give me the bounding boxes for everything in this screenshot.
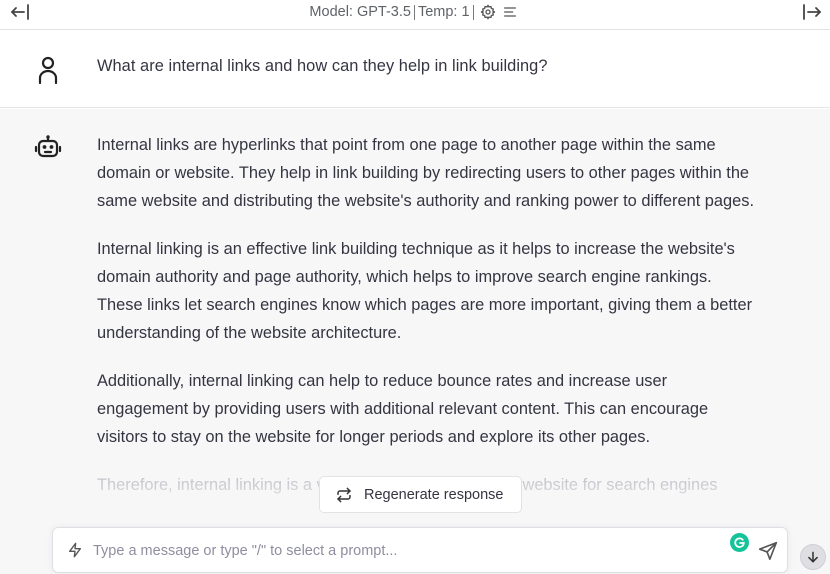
assistant-message-text: Internal links are hyperlinks that point…	[97, 131, 757, 519]
regenerate-label: Regenerate response	[364, 486, 504, 503]
paragraph: Internal linking is an effective link bu…	[97, 240, 753, 342]
user-message: What are internal links and how can they…	[0, 31, 830, 108]
regenerate-response-button[interactable]: Regenerate response	[319, 476, 522, 513]
bolt-icon[interactable]	[67, 542, 83, 558]
collapse-sidebar-right-icon[interactable]	[800, 1, 824, 25]
send-icon[interactable]	[757, 540, 779, 562]
model-label: Model: GPT-3.5	[309, 4, 411, 20]
message-composer	[52, 527, 788, 573]
paragraph: Internal links are hyperlinks that point…	[97, 136, 755, 210]
user-icon	[34, 55, 62, 85]
top-bar: Model: GPT-3.5 Temp: 1	[0, 0, 830, 30]
gear-icon[interactable]	[477, 1, 499, 23]
message-input[interactable]	[93, 540, 713, 562]
arrow-down-icon[interactable]	[800, 544, 826, 570]
menu-icon[interactable]	[499, 1, 521, 23]
temp-label: Temp: 1	[417, 4, 470, 20]
grammarly-icon[interactable]	[730, 533, 749, 552]
divider	[413, 4, 415, 20]
refresh-icon	[336, 487, 352, 503]
paragraph: Additionally, internal linking can help …	[97, 372, 709, 446]
robot-icon	[34, 134, 62, 162]
model-settings: Model: GPT-3.5 Temp: 1	[0, 0, 830, 24]
divider	[472, 4, 474, 20]
user-message-text: What are internal links and how can they…	[97, 57, 548, 75]
